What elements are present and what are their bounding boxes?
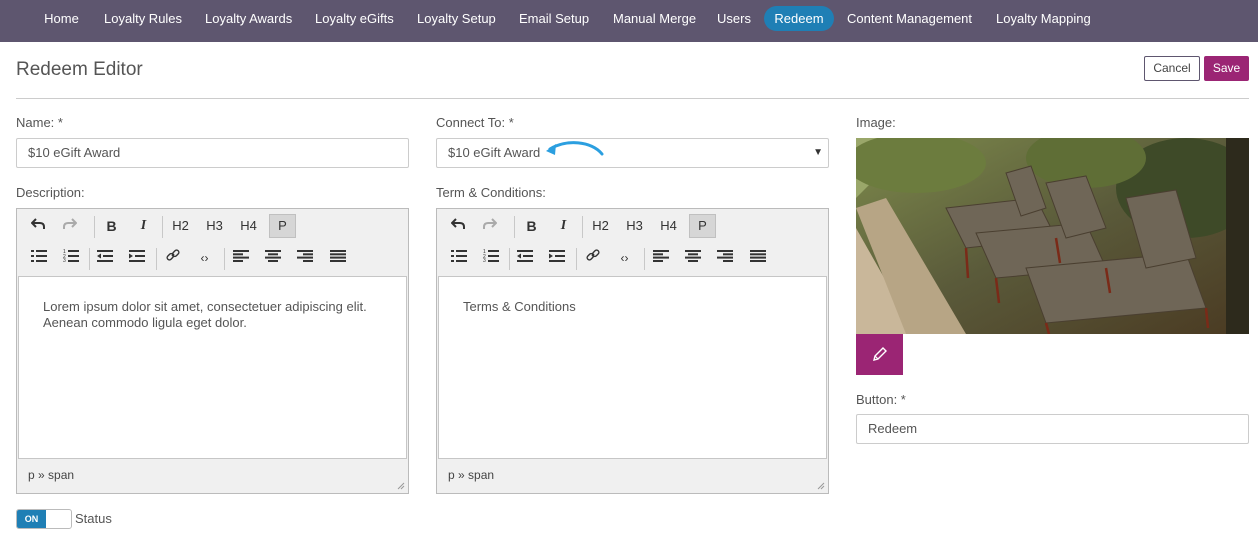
toolbar-separator (162, 216, 163, 238)
align-left-icon[interactable] (647, 246, 674, 270)
award-image (856, 138, 1249, 334)
edit-image-button[interactable] (856, 334, 903, 375)
nav-loyalty-mapping[interactable]: Loyalty Mapping (996, 6, 1091, 31)
curved-arrow-icon (546, 141, 604, 156)
paragraph-button[interactable]: P (269, 214, 296, 238)
nav-loyalty-setup[interactable]: Loyalty Setup (417, 6, 496, 31)
toolbar-separator (582, 216, 583, 238)
code-icon[interactable]: ‹› (611, 246, 638, 270)
toolbar-separator (156, 248, 157, 270)
bold-icon[interactable]: B (518, 214, 545, 238)
italic-icon[interactable]: I (130, 214, 157, 238)
description-line-1: Lorem ipsum dolor sit amet, consectetuer… (43, 299, 367, 314)
link-icon[interactable] (579, 246, 606, 270)
description-label: Description: (16, 185, 85, 200)
indent-icon[interactable] (543, 246, 570, 270)
resize-handle-icon[interactable] (397, 482, 405, 490)
name-label: Name: * (16, 115, 63, 130)
image-label: Image: (856, 115, 896, 130)
page-title: Redeem Editor (16, 59, 143, 80)
nav-redeem[interactable]: Redeem (764, 6, 834, 31)
numbered-list-icon[interactable]: 123 (477, 246, 504, 270)
code-icon[interactable]: ‹› (191, 246, 218, 270)
svg-text:3: 3 (483, 258, 486, 262)
redo-icon[interactable] (56, 214, 83, 238)
bullet-list-icon[interactable] (445, 246, 472, 270)
toolbar-separator (514, 216, 515, 238)
name-input[interactable]: $10 eGift Award (16, 138, 409, 168)
svg-text:3: 3 (63, 258, 66, 262)
toggle-on-label: ON (17, 510, 46, 528)
align-left-icon[interactable] (227, 246, 254, 270)
undo-icon[interactable] (444, 214, 471, 238)
undo-icon[interactable] (24, 214, 51, 238)
pencil-icon (873, 347, 887, 361)
bullet-list-icon[interactable] (25, 246, 52, 270)
align-center-icon[interactable] (259, 246, 286, 270)
align-center-icon[interactable] (679, 246, 706, 270)
paragraph-button[interactable]: P (689, 214, 716, 238)
toolbar-separator (89, 248, 90, 270)
terms-text: Terms & Conditions (463, 299, 576, 314)
status-toggle[interactable]: ON (16, 509, 72, 529)
button-text-input[interactable]: Redeem (856, 414, 1249, 444)
h4-button[interactable]: H4 (655, 214, 682, 238)
link-icon[interactable] (159, 246, 186, 270)
top-nav: Home Loyalty Rules Loyalty Awards Loyalt… (0, 0, 1258, 42)
button-label: Button: * (856, 392, 906, 407)
status-label: Status (75, 511, 112, 526)
nav-users[interactable]: Users (717, 6, 751, 31)
connect-to-label: Connect To: * (436, 115, 514, 130)
toolbar-separator (509, 248, 510, 270)
nav-loyalty-rules[interactable]: Loyalty Rules (104, 6, 182, 31)
nav-email-setup[interactable]: Email Setup (519, 6, 589, 31)
outdent-icon[interactable] (91, 246, 118, 270)
resize-handle-icon[interactable] (817, 482, 825, 490)
toolbar-separator (94, 216, 95, 238)
h3-button[interactable]: H3 (201, 214, 228, 238)
h4-button[interactable]: H4 (235, 214, 262, 238)
nav-loyalty-egifts[interactable]: Loyalty eGifts (315, 6, 394, 31)
connect-to-value: $10 eGift Award (448, 145, 541, 160)
cancel-button[interactable]: Cancel (1144, 56, 1200, 81)
align-right-icon[interactable] (711, 246, 738, 270)
description-editor: B I H2 H3 H4 P 123 ‹› Lorem ipsum dolor … (16, 208, 409, 494)
nav-manual-merge[interactable]: Manual Merge (613, 6, 696, 31)
nav-loyalty-awards[interactable]: Loyalty Awards (205, 6, 292, 31)
h3-button[interactable]: H3 (621, 214, 648, 238)
save-button[interactable]: Save (1204, 56, 1249, 81)
nav-content-management[interactable]: Content Management (847, 6, 972, 31)
toolbar-separator (224, 248, 225, 270)
bold-icon[interactable]: B (98, 214, 125, 238)
redo-icon[interactable] (476, 214, 503, 238)
terms-editor: B I H2 H3 H4 P 123 ‹› Terms & Conditions… (436, 208, 829, 494)
h2-button[interactable]: H2 (587, 214, 614, 238)
editor-statusbar: p » span (448, 468, 495, 482)
numbered-list-icon[interactable]: 123 (57, 246, 84, 270)
justify-icon[interactable] (324, 246, 351, 270)
connect-to-select[interactable]: $10 eGift Award ▼ (436, 138, 829, 168)
description-line-2: Aenean commodo ligula eget dolor. (43, 315, 247, 330)
header-divider (16, 98, 1249, 99)
terms-content[interactable]: Terms & Conditions (438, 276, 827, 459)
align-right-icon[interactable] (291, 246, 318, 270)
terms-label: Term & Conditions: (436, 185, 546, 200)
editor-statusbar: p » span (28, 468, 75, 482)
indent-icon[interactable] (123, 246, 150, 270)
toolbar-separator (644, 248, 645, 270)
nav-home[interactable]: Home (44, 6, 79, 31)
outdent-icon[interactable] (511, 246, 538, 270)
toolbar-separator (576, 248, 577, 270)
description-content[interactable]: Lorem ipsum dolor sit amet, consectetuer… (18, 276, 407, 459)
h2-button[interactable]: H2 (167, 214, 194, 238)
italic-icon[interactable]: I (550, 214, 577, 238)
justify-icon[interactable] (744, 246, 771, 270)
dropdown-arrow-icon: ▼ (813, 147, 823, 158)
